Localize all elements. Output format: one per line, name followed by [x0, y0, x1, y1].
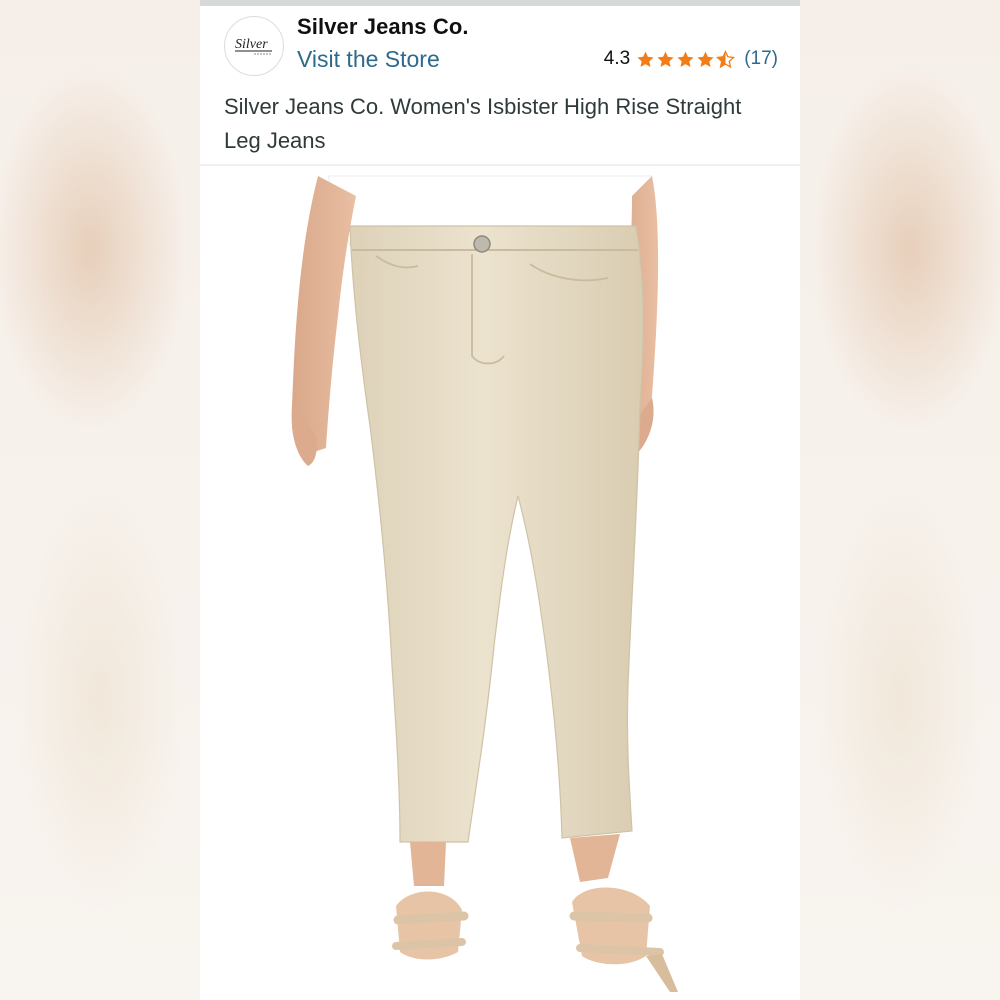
jeans-photo	[291, 175, 678, 992]
right-heel	[646, 954, 678, 992]
left-sandal-strap	[393, 911, 469, 925]
star-half-icon	[716, 49, 736, 68]
product-title: Silver Jeans Co. Women's Isbister High R…	[224, 94, 742, 153]
silver-logo-icon: Silver	[235, 37, 272, 55]
rating-value: 4.3	[603, 48, 631, 69]
star-rating	[636, 49, 736, 69]
jeans-button	[473, 235, 491, 253]
left-ankle	[410, 842, 446, 886]
review-count[interactable]: (17)	[744, 48, 778, 70]
svg-text:Silver: Silver	[235, 37, 268, 52]
product-card: Silver Silver Jeans Co. Visit the Store …	[200, 0, 800, 1000]
right-sandal-strap	[569, 911, 653, 923]
star-full-icon	[637, 51, 654, 67]
store-name: Silver Jeans Co.	[297, 14, 469, 39]
star-full-icon	[657, 51, 674, 67]
star-full-icon	[697, 51, 714, 67]
right-sandal-strap-2	[576, 944, 664, 956]
jeans	[349, 225, 644, 843]
star-full-icon	[677, 51, 694, 67]
right-ankle	[570, 834, 620, 882]
left-arm	[291, 176, 356, 454]
visit-store-link[interactable]: Visit the Store	[297, 46, 440, 73]
rating-summary[interactable]: 4.3 (17)	[604, 48, 778, 70]
top-bar	[200, 0, 800, 6]
store-logo[interactable]: Silver	[224, 16, 284, 76]
product-image[interactable]	[200, 166, 800, 1000]
left-sandal-strap-2	[392, 938, 466, 950]
